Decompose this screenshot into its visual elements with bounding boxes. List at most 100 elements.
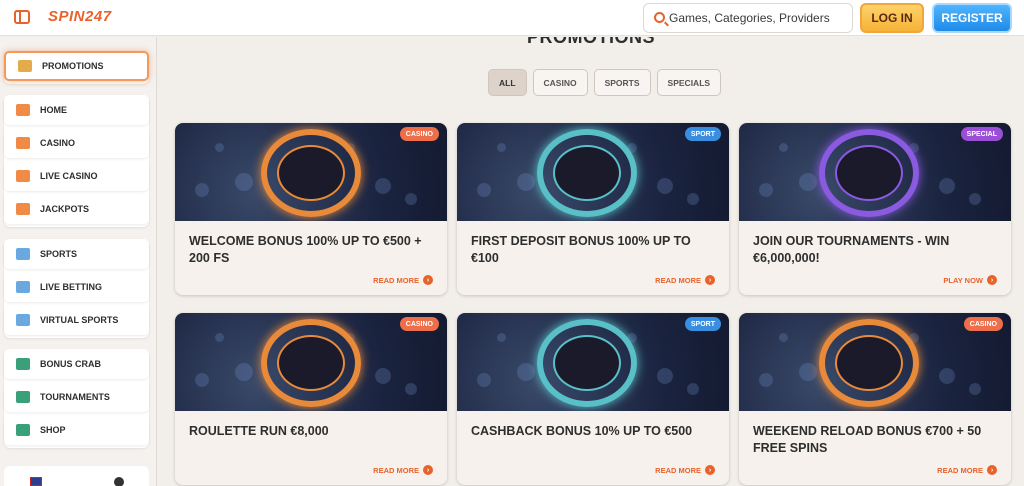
sidebar-item-bonus-crab[interactable]: BONUS CRAB	[4, 349, 149, 379]
main-content: PROMOTIONS ALL CASINO SPORTS SPECIALS CASIN…	[158, 37, 1024, 486]
promo-image: SPORT	[457, 123, 729, 221]
sidebar-item-live-betting[interactable]: LIVE BETTING	[4, 272, 149, 302]
bokeh-light	[405, 383, 417, 395]
read-more-link[interactable]: READ MORE ›	[655, 465, 715, 475]
promo-title: FIRST DEPOSIT BONUS 100% UP TO €100	[471, 234, 691, 265]
sidebar-item-sports[interactable]: SPORTS	[4, 239, 149, 269]
bokeh-light	[969, 193, 981, 205]
sidebar-item-casino[interactable]: CASINO	[4, 128, 149, 158]
category-badge: CASINO	[963, 317, 1003, 331]
bokeh-light	[235, 363, 253, 381]
bokeh-light	[497, 333, 506, 342]
sidebar-item-label: CASINO	[40, 138, 76, 148]
promo-title: WEEKEND RELOAD BONUS €700 + 50 FREE SPIN…	[753, 424, 982, 455]
arrow-right-icon: ›	[987, 275, 997, 285]
category-badge: SPECIAL	[960, 127, 1003, 141]
emblem-center	[835, 335, 903, 391]
promo-title: CASHBACK BONUS 10% UP TO €500	[471, 424, 693, 438]
uk-flag-icon[interactable]	[30, 477, 42, 486]
promo-title: WELCOME BONUS 100% UP TO €500 + 200 FS	[189, 234, 422, 265]
read-more-link[interactable]: PLAY NOW ›	[943, 275, 997, 285]
promo-card[interactable]: SPORT FIRST DEPOSIT BONUS 100% UP TO €100…	[457, 123, 729, 295]
bokeh-light	[405, 193, 417, 205]
sidebar-toggle-icon[interactable]	[14, 10, 30, 24]
arrow-right-icon: ›	[423, 275, 433, 285]
trophy-icon	[16, 391, 30, 403]
checkered-flags-icon	[819, 129, 919, 217]
promo-card[interactable]: CASINO WEEKEND RELOAD BONUS €700 + 50 FRE…	[739, 313, 1011, 485]
filter-casino[interactable]: CASINO	[532, 69, 588, 96]
cash-icon	[537, 319, 637, 407]
sidebar-item-label: SPORTS	[40, 249, 78, 259]
sidebar-item-label: BONUS CRAB	[40, 359, 102, 369]
virtual-sports-icon	[16, 314, 30, 326]
sidebar-item-live-casino[interactable]: LIVE CASINO	[4, 161, 149, 191]
bokeh-light	[657, 368, 673, 384]
sidebar-group: BONUS CRAB TOURNAMENTS SHOP	[4, 349, 149, 448]
search-input[interactable]	[669, 11, 847, 25]
bokeh-light	[195, 183, 209, 197]
sidebar-item-label: JACKPOTS	[40, 204, 90, 214]
sidebar-item-shop[interactable]: SHOP	[4, 415, 149, 445]
bokeh-light	[235, 173, 253, 191]
sidebar-group: SPORTS LIVE BETTING VIRTUAL SPORTS	[4, 239, 149, 338]
search-icon	[654, 12, 665, 23]
promo-card[interactable]: SPORT CASHBACK BONUS 10% UP TO €500 READ M…	[457, 313, 729, 485]
login-button[interactable]: LOG IN	[860, 3, 924, 33]
sidebar-item-home[interactable]: HOME	[4, 95, 149, 125]
sidebar-item-label: LIVE BETTING	[40, 282, 103, 292]
read-more-link[interactable]: READ MORE ›	[937, 465, 997, 475]
sidebar-item-label: SHOP	[40, 425, 66, 435]
read-more-label: READ MORE	[373, 465, 419, 475]
promo-image: CASINO	[739, 313, 1011, 411]
bokeh-light	[779, 333, 788, 342]
emblem-center	[553, 145, 621, 201]
help-icon[interactable]	[114, 477, 124, 486]
bokeh-light	[215, 143, 224, 152]
jackpots-icon	[16, 203, 30, 215]
promo-image: CASINO	[175, 123, 447, 221]
promo-image: SPECIAL	[739, 123, 1011, 221]
filter-specials[interactable]: SPECIALS	[656, 69, 722, 96]
sidebar-item-jackpots[interactable]: JACKPOTS	[4, 194, 149, 224]
read-more-link[interactable]: READ MORE ›	[373, 465, 433, 475]
bokeh-light	[799, 363, 817, 381]
top-header: SPIN247 LOG IN REGISTER	[0, 0, 1024, 36]
read-more-link[interactable]: READ MORE ›	[373, 275, 433, 285]
filter-sports[interactable]: SPORTS	[593, 69, 651, 96]
bokeh-light	[657, 178, 673, 194]
category-badge: SPORT	[684, 317, 721, 331]
category-badge: SPORT	[684, 127, 721, 141]
category-badge: CASINO	[399, 317, 439, 331]
sidebar-group: PROMOTIONS	[4, 51, 149, 84]
home-icon	[16, 104, 30, 116]
read-more-label: PLAY NOW	[943, 275, 983, 285]
register-button[interactable]: REGISTER	[932, 3, 1012, 33]
emblem-center	[277, 145, 345, 201]
bokeh-light	[687, 193, 699, 205]
sidebar-item-virtual-sports[interactable]: VIRTUAL SPORTS	[4, 305, 149, 335]
filter-all[interactable]: ALL	[488, 69, 527, 96]
promo-card[interactable]: CASINO WELCOME BONUS 100% UP TO €500 + 20…	[175, 123, 447, 295]
promo-card[interactable]: CASINO ROULETTE RUN €8,000 READ MORE ›	[175, 313, 447, 485]
emblem-center	[553, 335, 621, 391]
soccer-ball-icon	[537, 129, 637, 217]
bokeh-light	[759, 183, 773, 197]
promo-image: CASINO	[175, 313, 447, 411]
bokeh-light	[477, 183, 491, 197]
crab-icon	[16, 358, 30, 370]
sidebar-item-promotions[interactable]: PROMOTIONS	[4, 51, 149, 81]
shop-icon	[16, 424, 30, 436]
casino-icon	[16, 137, 30, 149]
search-box[interactable]	[643, 3, 853, 33]
sidebar-item-tournaments[interactable]: TOURNAMENTS	[4, 382, 149, 412]
read-more-label: READ MORE	[373, 275, 419, 285]
promo-image: SPORT	[457, 313, 729, 411]
bokeh-light	[375, 368, 391, 384]
bokeh-light	[939, 368, 955, 384]
sidebar-item-label: TOURNAMENTS	[40, 392, 110, 402]
read-more-link[interactable]: READ MORE ›	[655, 275, 715, 285]
read-more-label: READ MORE	[655, 275, 701, 285]
logo[interactable]: SPIN247	[48, 8, 112, 25]
promo-card[interactable]: SPECIAL JOIN OUR TOURNAMENTS - WIN €6,000…	[739, 123, 1011, 295]
